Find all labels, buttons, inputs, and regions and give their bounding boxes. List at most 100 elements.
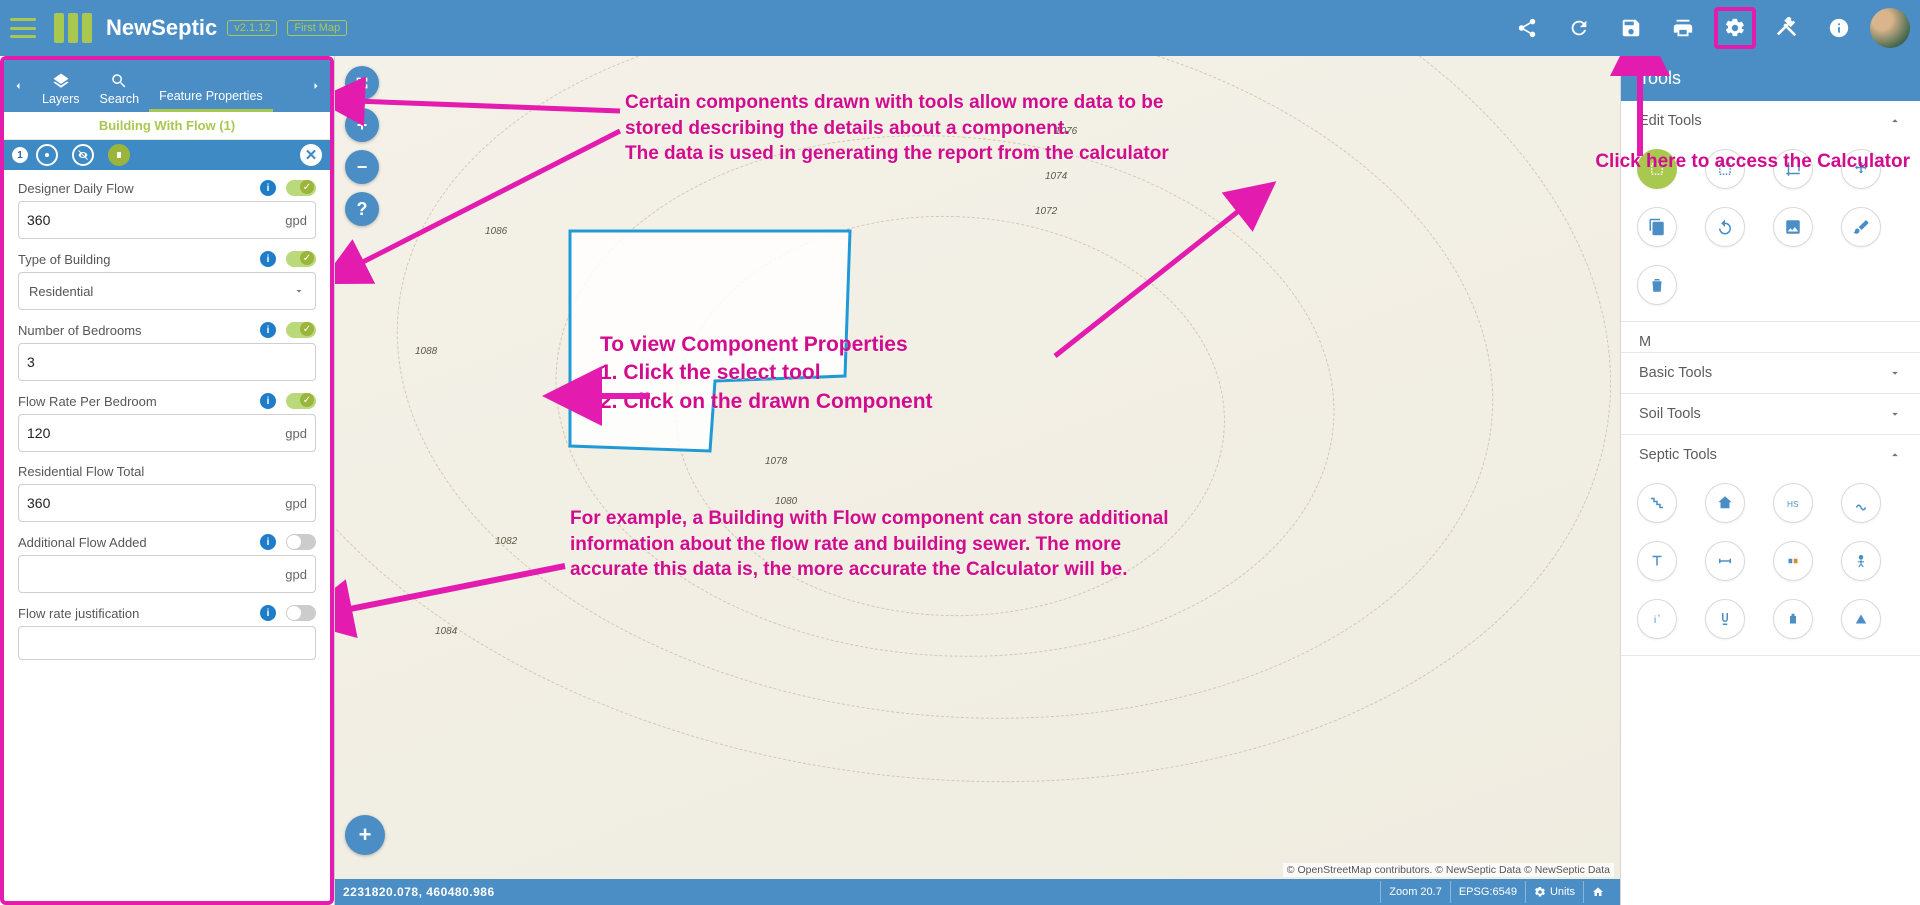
section-title: Edit Tools [1639,113,1702,129]
prop-label: Additional Flow Added [18,535,260,550]
prop-label: Residential Flow Total [18,464,316,479]
tab-feature-properties[interactable]: Feature Properties [149,64,273,112]
info-icon[interactable]: i [260,605,276,621]
select-all-tool[interactable] [1705,149,1745,189]
select-tool[interactable] [1637,149,1677,189]
app-logo: NewSeptic [54,13,217,43]
toggle-switch[interactable] [286,322,316,338]
toggle-switch[interactable] [286,534,316,550]
save-button[interactable] [1610,7,1652,49]
septic-span-tool[interactable] [1705,541,1745,581]
delete-tool[interactable] [1637,265,1677,305]
epsg-chip[interactable]: EPSG:6549 [1450,881,1525,903]
feature-close-button[interactable]: ✕ [300,144,322,166]
septic-t-tool[interactable] [1637,541,1677,581]
tab-layers[interactable]: Layers [32,64,90,112]
info-button[interactable] [1818,7,1860,49]
section-header[interactable]: Septic Tools [1621,435,1920,475]
section-header[interactable]: M [1621,322,1920,352]
selected-feature-shape[interactable] [565,226,855,456]
brush-tool[interactable] [1841,207,1881,247]
prop-label: Type of Building [18,252,260,267]
rotate-tool[interactable] [1705,207,1745,247]
section-soil-tools: Soil Tools [1621,394,1920,435]
info-icon[interactable]: i [260,534,276,550]
septic-box-tool[interactable] [1773,541,1813,581]
info-icon[interactable]: i [260,251,276,267]
text-input[interactable]: gpd [18,414,316,452]
septic-field-tool[interactable] [1841,483,1881,523]
text-input[interactable]: gpd [18,484,316,522]
textarea-input[interactable] [18,626,316,660]
chevron-down-icon [293,285,305,297]
text-input[interactable] [18,343,316,381]
prop-justification: Flow rate justification i [18,605,316,660]
tab-search[interactable]: Search [90,64,150,112]
logo-icon [54,13,92,43]
septic-house-tool[interactable] [1705,483,1745,523]
section-header[interactable]: Edit Tools [1621,101,1920,141]
menu-button[interactable] [10,18,36,38]
info-icon[interactable]: i [260,393,276,409]
zoom-out-button[interactable]: − [345,150,379,184]
bedrooms-input[interactable] [27,354,307,370]
units-chip[interactable]: Units [1525,881,1583,903]
settings-button[interactable] [1714,7,1756,49]
text-input[interactable]: gpd [18,201,316,239]
flow-per-bed-input[interactable] [27,425,279,441]
section-title: Basic Tools [1639,365,1712,381]
version-pill: v2.1.12 [227,20,277,36]
prop-type-building: Type of Building i Residential [18,251,316,310]
prop-residential-total: Residential Flow Total gpd [18,464,316,522]
print-button[interactable] [1662,7,1704,49]
septic-person-tool[interactable] [1841,541,1881,581]
septic-info-tool[interactable]: i* [1637,599,1677,639]
septic-hs-tool[interactable]: HS [1773,483,1813,523]
fullscreen-button[interactable] [345,66,379,100]
septic-tank-tool[interactable] [1773,599,1813,639]
user-avatar[interactable] [1870,8,1910,48]
tabs-next[interactable] [302,80,330,92]
add-flow-input[interactable] [27,566,279,582]
toggle-switch[interactable] [286,251,316,267]
septic-pipe-tool[interactable] [1637,483,1677,523]
info-icon[interactable]: i [260,180,276,196]
tools-button[interactable] [1766,7,1808,49]
svg-text:i: i [1654,615,1656,626]
help-button[interactable]: ? [345,192,379,226]
home-chip[interactable] [1583,881,1612,903]
feature-target-button[interactable] [36,144,58,166]
daily-flow-input[interactable] [27,212,279,228]
septic-up-tool[interactable] [1841,599,1881,639]
section-header[interactable]: Basic Tools [1621,353,1920,393]
toggle-switch[interactable] [286,605,316,621]
res-total-input[interactable] [27,495,279,511]
zoom-level-chip[interactable]: Zoom 20.7 [1380,881,1450,903]
septic-pump-tool[interactable] [1705,599,1745,639]
image-tool[interactable] [1773,207,1813,247]
copy-tool[interactable] [1637,207,1677,247]
prop-label: Flow Rate Per Bedroom [18,394,260,409]
refresh-button[interactable] [1558,7,1600,49]
toggle-switch[interactable] [286,393,316,409]
zoom-in-button[interactable]: + [345,108,379,142]
main-area: Layers Search Feature Properties Buildin… [0,56,1920,905]
select-input[interactable]: Residential [18,272,316,310]
map-canvas[interactable]: 1076 1074 1072 1086 1088 1078 1080 1082 … [335,56,1620,905]
text-input[interactable]: gpd [18,555,316,593]
tabs-prev[interactable] [4,80,32,92]
add-fab-button[interactable]: + [345,815,385,855]
section-basic-tools: Basic Tools [1621,353,1920,394]
unit-label: gpd [285,213,307,228]
crop-tool[interactable] [1773,149,1813,189]
share-button[interactable] [1506,7,1548,49]
prop-daily-flow: Designer Daily Flow i gpd [18,180,316,239]
feature-highlight-button[interactable] [108,144,130,166]
toggle-switch[interactable] [286,180,316,196]
move-tool[interactable] [1841,149,1881,189]
section-header[interactable]: Soil Tools [1621,394,1920,434]
map-name-pill[interactable]: First Map [287,20,347,36]
info-icon[interactable]: i [260,322,276,338]
feature-visibility-button[interactable] [72,144,94,166]
section-title: Soil Tools [1639,406,1701,422]
